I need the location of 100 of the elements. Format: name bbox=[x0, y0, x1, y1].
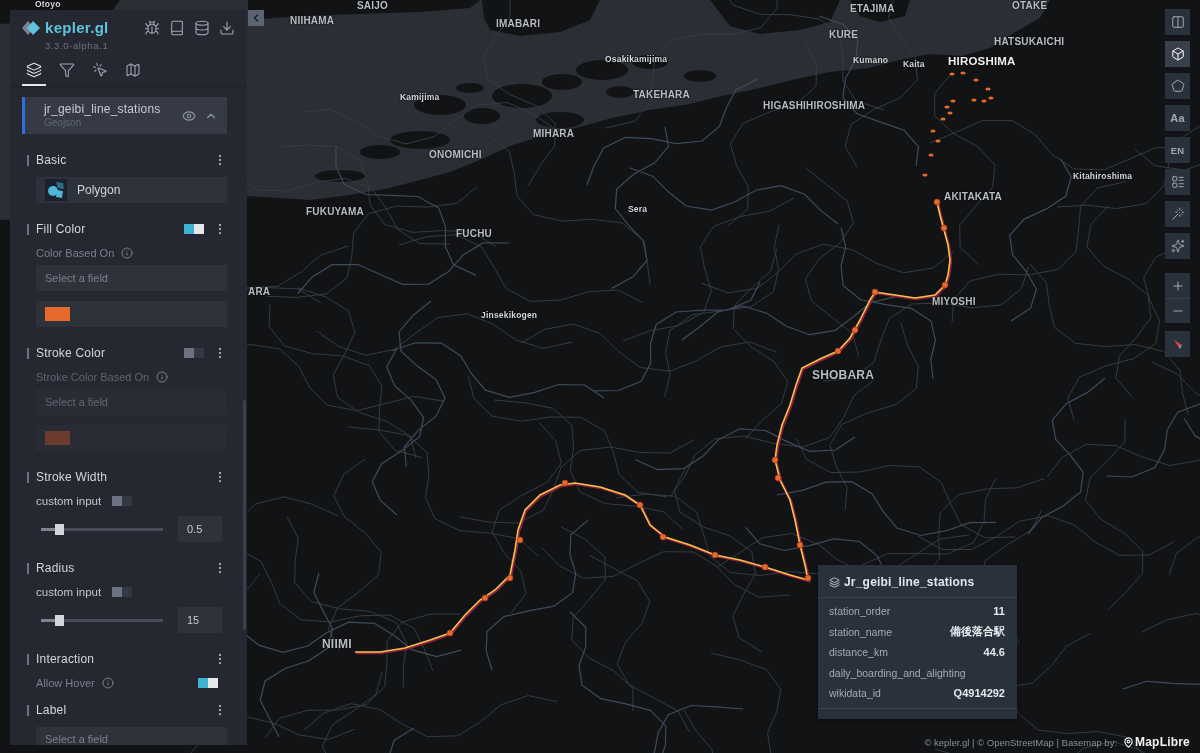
town-label: Kamijima bbox=[400, 92, 440, 103]
pentagon-icon bbox=[1170, 79, 1185, 93]
slider-thumb[interactable] bbox=[54, 614, 64, 626]
slider-thumb[interactable] bbox=[54, 523, 64, 535]
city-label: FUCHU bbox=[456, 228, 492, 240]
toggle-switch[interactable] bbox=[184, 348, 204, 358]
station-marker bbox=[659, 533, 667, 541]
layers-tab[interactable] bbox=[22, 60, 46, 86]
field-name: station_order bbox=[829, 605, 891, 618]
zoom-in-button[interactable] bbox=[1165, 273, 1190, 298]
effects-button[interactable] bbox=[1165, 233, 1190, 259]
download-icon[interactable] bbox=[219, 20, 235, 36]
wand-button[interactable] bbox=[1165, 201, 1190, 227]
station-marker bbox=[761, 563, 769, 571]
split-map-button[interactable] bbox=[1165, 9, 1190, 35]
eye-icon[interactable] bbox=[182, 108, 196, 123]
city-label: HATSUKAICHI bbox=[994, 36, 1065, 48]
station-marker bbox=[636, 501, 644, 509]
city-label: NIIMI bbox=[322, 637, 352, 652]
filter-icon bbox=[59, 62, 75, 78]
field-name: daily_boarding_and_alighting bbox=[829, 666, 966, 679]
attribution-text: © kepler.gl | © OpenStreetMap | Basemap by: bbox=[924, 736, 1118, 748]
station-marker bbox=[506, 574, 514, 582]
city-label: OTAKE bbox=[1012, 0, 1048, 12]
toggle-switch[interactable] bbox=[112, 496, 133, 506]
bug-icon[interactable] bbox=[144, 20, 160, 36]
town-label: Otoyo bbox=[35, 0, 61, 10]
value-input[interactable]: 0.5 bbox=[178, 516, 222, 542]
city-label: TAKEHARA bbox=[633, 89, 690, 101]
cube-icon bbox=[1170, 47, 1185, 61]
section-title: Radius bbox=[36, 561, 76, 575]
book-icon[interactable] bbox=[169, 20, 185, 36]
draw-button[interactable] bbox=[1165, 73, 1190, 99]
station-marker bbox=[516, 536, 524, 544]
station-marker bbox=[922, 173, 928, 177]
color-picker-field[interactable] bbox=[36, 301, 227, 327]
toggle-switch[interactable] bbox=[112, 587, 133, 597]
language-button[interactable]: EN bbox=[1165, 137, 1190, 163]
station-marker bbox=[928, 153, 934, 157]
layer-type-select[interactable]: Polygon bbox=[36, 177, 227, 203]
station-marker bbox=[940, 224, 948, 232]
station-marker bbox=[941, 281, 949, 289]
section-title: Stroke Color bbox=[36, 346, 107, 360]
toggle-switch[interactable] bbox=[184, 224, 204, 234]
map-labels-button[interactable]: Aa bbox=[1165, 105, 1190, 131]
town-label: Sera bbox=[628, 204, 648, 215]
logo-icon bbox=[22, 21, 40, 35]
station-marker bbox=[950, 99, 956, 103]
brand-logo-text[interactable]: MapLibre bbox=[1135, 735, 1190, 749]
toggle-switch[interactable] bbox=[198, 678, 218, 688]
section-title: Interaction bbox=[36, 652, 96, 666]
database-icon[interactable] bbox=[194, 20, 210, 36]
value-input[interactable]: 15 bbox=[178, 607, 222, 633]
field-name: distance_km bbox=[829, 646, 888, 659]
cursor-icon bbox=[92, 62, 108, 78]
town-label: Osakikamijima bbox=[605, 54, 668, 65]
city-label: KURE bbox=[829, 29, 859, 41]
city-label: IMABARI bbox=[496, 18, 541, 30]
plus-icon bbox=[1170, 278, 1185, 293]
field-value: 備後落合駅 bbox=[950, 624, 1005, 640]
station-marker bbox=[561, 479, 569, 487]
field-value: 44.6 bbox=[983, 646, 1005, 659]
option-label: custom input bbox=[36, 586, 102, 598]
city-label: MIHARA bbox=[533, 128, 575, 140]
field-value: Q4914292 bbox=[953, 687, 1005, 700]
version-text: 3.3.0-alpha.1 bbox=[45, 40, 109, 52]
station-marker bbox=[481, 594, 489, 602]
city-label: NIIHAMA bbox=[290, 15, 335, 27]
legend-button[interactable] bbox=[1165, 169, 1190, 195]
city-label: HIROSHIMA bbox=[948, 55, 1016, 69]
polygon-icon bbox=[45, 179, 67, 201]
field-value: 11 bbox=[993, 605, 1005, 618]
station-marker bbox=[940, 117, 946, 121]
city-label: ONOMICHI bbox=[429, 149, 482, 161]
compass-icon bbox=[1172, 338, 1183, 350]
app-title: kepler.gl bbox=[45, 19, 109, 37]
color-picker-field[interactable] bbox=[36, 425, 227, 451]
station-marker bbox=[871, 288, 879, 296]
info-icon bbox=[156, 370, 169, 383]
3d-view-button[interactable] bbox=[1165, 41, 1190, 67]
town-label: Kaita bbox=[903, 59, 925, 70]
station-marker bbox=[446, 629, 454, 637]
info-icon bbox=[121, 246, 134, 259]
compass-button[interactable] bbox=[1165, 331, 1190, 357]
collapse-button[interactable] bbox=[248, 10, 264, 26]
list-icon bbox=[1170, 175, 1185, 189]
town-label: Kumano bbox=[853, 55, 889, 66]
split-view-icon bbox=[1170, 15, 1185, 29]
city-label: SAIJO bbox=[357, 0, 388, 12]
city-label: FUKUYAMA bbox=[306, 206, 364, 218]
option-label: Allow Hover bbox=[36, 677, 95, 689]
section-title: Fill Color bbox=[36, 222, 87, 236]
zoom-out-button[interactable] bbox=[1165, 298, 1190, 323]
station-marker bbox=[834, 347, 842, 355]
station-marker bbox=[771, 456, 779, 464]
station-marker bbox=[944, 105, 950, 109]
station-marker bbox=[985, 87, 991, 91]
city-label: ETAJIMA bbox=[850, 3, 895, 15]
city-label: AKITAKATA bbox=[944, 191, 1002, 203]
layers-icon bbox=[26, 62, 42, 78]
